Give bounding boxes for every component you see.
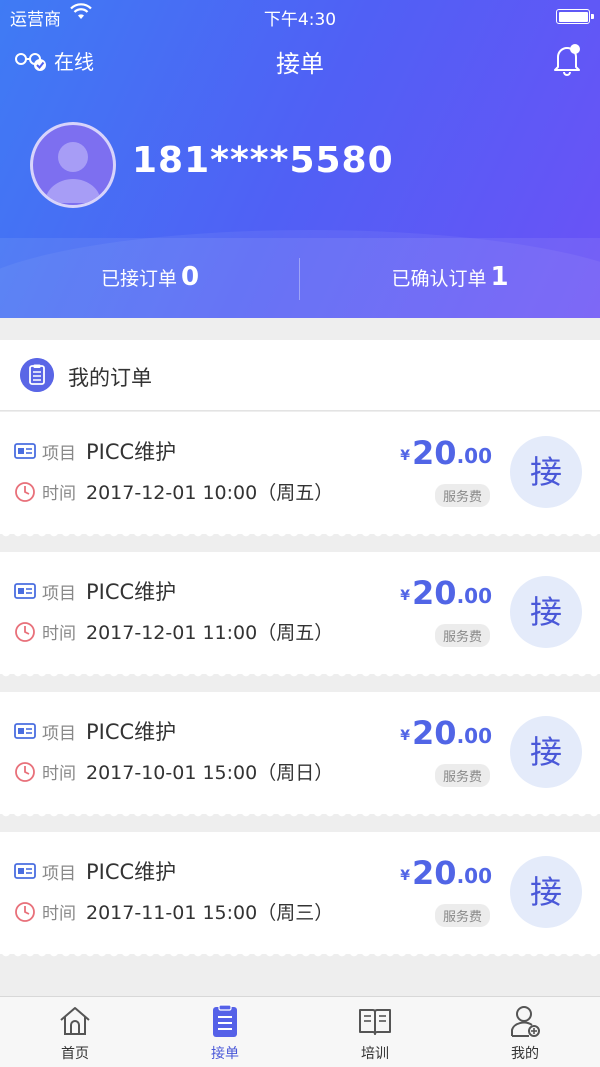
- clock-icon: [15, 481, 35, 502]
- accept-order-button[interactable]: 接: [510, 576, 582, 648]
- clock-icon: [15, 621, 35, 642]
- id-card-icon: [14, 583, 36, 599]
- time-label: 时间: [42, 764, 76, 784]
- project-name: PICC维护: [86, 720, 177, 744]
- time-row: 时间 2017-11-01 15:00（周三）: [14, 898, 333, 925]
- tab-home[interactable]: 首页: [0, 1003, 150, 1063]
- person-icon: [45, 142, 101, 203]
- currency-symbol: ¥: [400, 588, 411, 604]
- accept-order-button[interactable]: 接: [510, 436, 582, 508]
- perforated-edge: [0, 672, 600, 680]
- battery-icon: [556, 9, 594, 24]
- status-bar: 运营商 下午4:30: [0, 0, 600, 32]
- order-card[interactable]: 项目 PICC维护 时间 2017-11-01 15:00（周三） ¥20.00…: [0, 832, 600, 960]
- order-stats: 已接订单 0 已确认订单 1: [0, 250, 600, 310]
- time-row: 时间 2017-12-01 11:00（周五）: [14, 618, 333, 645]
- service-fee-badge: 服务费: [434, 764, 490, 787]
- navbar: 在线 接单: [0, 38, 600, 86]
- tab-training[interactable]: 培训: [300, 1003, 450, 1063]
- perforated-edge: [0, 952, 600, 960]
- time-label: 时间: [42, 484, 76, 504]
- clock-icon: [15, 761, 35, 782]
- confirmed-orders-count: 1: [490, 262, 509, 292]
- header: 运营商 下午4:30 在线 接单 181****5580 已接订单 0 已确认订…: [0, 0, 600, 318]
- time-row: 时间 2017-10-01 15:00（周日）: [14, 758, 333, 785]
- order-price: ¥20.00: [400, 856, 492, 890]
- price-integer: 20: [412, 854, 457, 892]
- perforated-edge: [0, 812, 600, 820]
- price-decimal: .00: [456, 864, 492, 888]
- currency-symbol: ¥: [400, 728, 411, 744]
- order-time: 2017-10-01 15:00（周日）: [86, 762, 334, 784]
- order-card[interactable]: 项目 PICC维护 时间 2017-10-01 15:00（周日） ¥20.00…: [0, 692, 600, 820]
- time-row: 时间 2017-12-01 10:00（周五）: [14, 478, 333, 505]
- tab-bar: 首页 接单 培训 我的: [0, 996, 600, 1067]
- tab-orders[interactable]: 接单: [150, 1003, 300, 1063]
- book-icon: [359, 1009, 391, 1035]
- confirmed-orders-stat[interactable]: 已确认订单 1: [300, 262, 600, 292]
- order-list-icon: [20, 358, 54, 392]
- price-decimal: .00: [456, 724, 492, 748]
- accepted-orders-stat[interactable]: 已接订单 0: [0, 262, 300, 292]
- time-label: 时间: [42, 904, 76, 924]
- order-time: 2017-11-01 15:00（周三）: [86, 902, 334, 924]
- clock-icon: [15, 901, 35, 922]
- project-name: PICC维护: [86, 580, 177, 604]
- user-phone: 181****5580: [132, 140, 394, 181]
- tab-label: 培训: [361, 1046, 389, 1062]
- time-label: 时间: [42, 624, 76, 644]
- avatar[interactable]: [30, 122, 116, 208]
- user-icon: [511, 1006, 540, 1037]
- bell-icon[interactable]: [552, 42, 582, 76]
- project-label: 项目: [42, 443, 76, 464]
- price-decimal: .00: [456, 584, 492, 608]
- section-title: 我的订单: [68, 366, 152, 390]
- currency-symbol: ¥: [400, 448, 411, 464]
- tab-profile[interactable]: 我的: [450, 1003, 600, 1063]
- order-time: 2017-12-01 10:00（周五）: [86, 482, 334, 504]
- service-fee-badge: 服务费: [434, 904, 490, 927]
- accepted-orders-count: 0: [180, 262, 200, 292]
- confirmed-orders-label: 已确认订单: [391, 268, 487, 290]
- perforated-edge: [0, 532, 600, 540]
- accepted-orders-label: 已接订单: [100, 268, 177, 290]
- project-label: 项目: [42, 723, 76, 744]
- tab-label: 首页: [61, 1046, 89, 1062]
- price-integer: 20: [412, 574, 457, 612]
- project-name: PICC维护: [86, 860, 177, 884]
- project-row: 项目 PICC维护: [14, 436, 176, 466]
- my-orders-header: 我的订单: [0, 340, 600, 411]
- service-fee-badge: 服务费: [434, 624, 490, 647]
- order-card[interactable]: 项目 PICC维护 时间 2017-12-01 11:00（周五） ¥20.00…: [0, 552, 600, 680]
- currency-symbol: ¥: [400, 868, 411, 884]
- accept-order-button[interactable]: 接: [510, 856, 582, 928]
- tab-label: 我的: [511, 1046, 539, 1062]
- accept-order-button[interactable]: 接: [510, 716, 582, 788]
- order-price: ¥20.00: [400, 576, 492, 610]
- home-icon: [60, 1007, 90, 1035]
- clipboard-icon: [213, 1004, 237, 1037]
- page-title: 接单: [276, 50, 324, 78]
- price-decimal: .00: [456, 444, 492, 468]
- service-fee-badge: 服务费: [434, 484, 490, 507]
- id-card-icon: [14, 723, 36, 739]
- order-card[interactable]: 项目 PICC维护 时间 2017-12-01 10:00（周五） ¥20.00…: [0, 412, 600, 540]
- project-row: 项目 PICC维护: [14, 856, 176, 886]
- order-price: ¥20.00: [400, 436, 492, 470]
- price-integer: 20: [412, 434, 457, 472]
- project-row: 项目 PICC维护: [14, 576, 176, 606]
- price-integer: 20: [412, 714, 457, 752]
- id-card-icon: [14, 863, 36, 879]
- tab-label: 接单: [211, 1046, 239, 1062]
- project-label: 项目: [42, 583, 76, 604]
- clock: 下午4:30: [263, 10, 337, 30]
- project-label: 项目: [42, 863, 76, 884]
- project-row: 项目 PICC维护: [14, 716, 176, 746]
- order-price: ¥20.00: [400, 716, 492, 750]
- id-card-icon: [14, 443, 36, 459]
- order-time: 2017-12-01 11:00（周五）: [86, 622, 334, 644]
- project-name: PICC维护: [86, 440, 177, 464]
